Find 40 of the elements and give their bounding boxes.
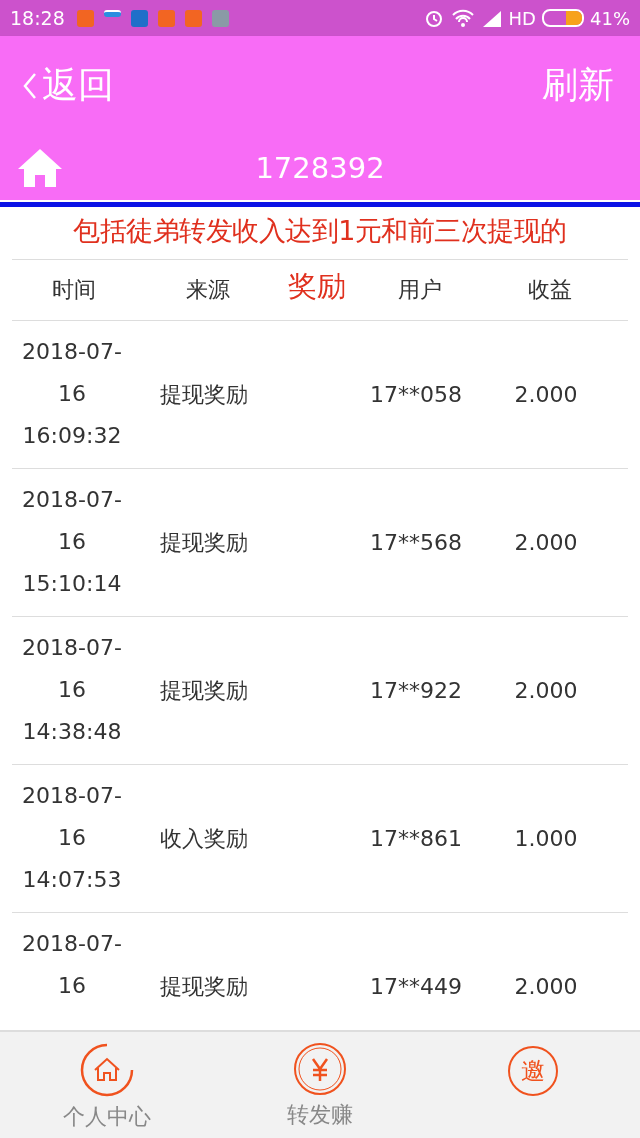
- table-cell-text: 提现奖励: [159, 380, 249, 409]
- table-cell-text: 17**568: [369, 530, 463, 555]
- table-cell-text: 1.000: [513, 826, 579, 851]
- table-cell-text: 2018-07-16: [21, 930, 123, 1000]
- home-icon[interactable]: [16, 146, 64, 189]
- column-header: 收益: [527, 276, 573, 304]
- table-cell-text: 2.000: [513, 678, 579, 703]
- table-cell-text: 提现奖励: [159, 972, 249, 1001]
- table-cell-text: 2.000: [513, 530, 579, 555]
- table-cell-text: 17**058: [369, 382, 463, 407]
- nav-label[interactable]: 个人中心: [62, 1102, 151, 1132]
- table-cell-text: 2.000: [513, 974, 579, 999]
- yuan-coin-icon[interactable]: [293, 1042, 347, 1096]
- table-cell-text: 2018-07-16 14:07:53: [21, 782, 123, 894]
- table-cell-text: 2018-07-16 16:09:32: [21, 338, 123, 450]
- table-cell-text: 17**922: [369, 678, 463, 703]
- table-cell-text: 提现奖励: [159, 528, 249, 557]
- battery-icon: [542, 9, 584, 27]
- back-button[interactable]: 返回: [22, 61, 114, 110]
- wifi-icon: [450, 8, 475, 28]
- column-header: 用户: [397, 276, 443, 304]
- network-type: HD: [508, 7, 536, 29]
- account-id: 1728392: [255, 150, 385, 185]
- column-header: 来源: [185, 276, 231, 304]
- table-cell-text: 提现奖励: [159, 676, 249, 705]
- column-header: 时间: [51, 276, 97, 304]
- notice-text: 奖励: [287, 268, 347, 305]
- refresh-button[interactable]: 刷新: [542, 61, 614, 110]
- table-cell-text: 2018-07-16 14:38:48: [21, 634, 123, 746]
- table-cell-text: 17**861: [369, 826, 463, 851]
- table-cell-text: 收入奖励: [159, 824, 249, 853]
- status-time: 18:28: [10, 7, 65, 29]
- table-cell-text: 2018-07-16 15:10:14: [21, 486, 123, 598]
- table-cell-text: 17**449: [369, 974, 463, 999]
- invite-icon[interactable]: 邀: [508, 1046, 559, 1096]
- home-icon[interactable]: [78, 1042, 135, 1098]
- battery-percent: 41%: [590, 7, 630, 29]
- notice-text: 包括徒弟转发收入达到1元和前三次提现的: [72, 214, 568, 248]
- nav-label[interactable]: 转发赚: [287, 1100, 353, 1130]
- table-cell-text: 2.000: [513, 382, 579, 407]
